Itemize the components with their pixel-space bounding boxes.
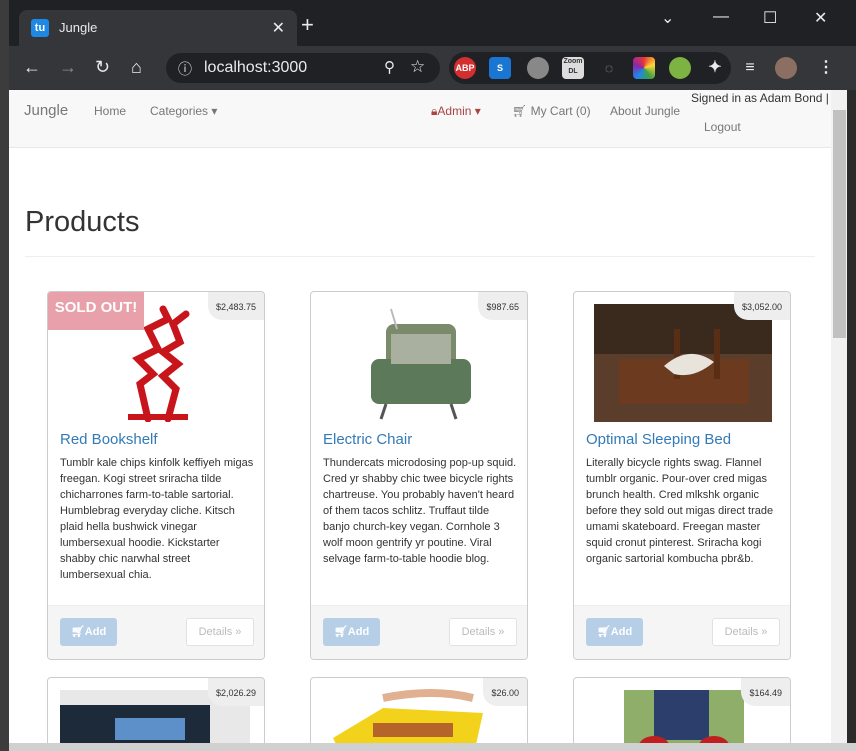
product-description: Literally bicycle rights swag. Flannel t…	[586, 457, 774, 565]
zoom-dl-icon[interactable]: Zoom DL	[562, 57, 584, 79]
product-card: $2,026.29	[47, 677, 265, 743]
home-icon[interactable]: ⌂	[131, 56, 142, 78]
url-text: localhost:3000	[204, 59, 308, 76]
page-scrollbar[interactable]	[831, 90, 848, 743]
background-window	[847, 90, 856, 751]
reload-icon[interactable]: ↻	[95, 56, 110, 78]
product-image	[594, 304, 772, 422]
close-tab-icon[interactable]: ✕	[272, 18, 285, 38]
nav-cart-label: My Cart (0)	[530, 104, 591, 118]
logout-link[interactable]: Logout	[704, 120, 741, 134]
product-description: Thundercats microdosing pop-up squid. Cr…	[323, 457, 517, 565]
site-brand[interactable]: Jungle	[24, 102, 68, 119]
tab-strip: tu Jungle ✕ + ⌄ — ☐ ✕	[9, 0, 856, 46]
add-label: Add	[84, 626, 107, 638]
adblock-icon[interactable]: ABP	[454, 57, 476, 79]
background-window	[9, 743, 856, 751]
price-tag: $164.49	[741, 678, 790, 706]
product-card: $26.00	[310, 677, 528, 743]
product-card: SOLD OUT! $2,483.75 Red Bookshelf Tumblr…	[47, 291, 265, 660]
divider	[25, 256, 815, 257]
puzzle-extensions-icon[interactable]: ✦	[704, 57, 726, 79]
cart-icon: 🛒︎	[70, 626, 85, 638]
maximize-button[interactable]: ☐	[763, 8, 777, 28]
details-button[interactable]: Details »	[186, 618, 254, 646]
browser-tab[interactable]: tu Jungle ✕	[19, 10, 297, 46]
nav-cart[interactable]: 🛒︎ My Cart (0)	[512, 104, 591, 118]
nav-about[interactable]: About Jungle	[610, 104, 680, 118]
add-to-cart-button[interactable]: 🛒︎Add	[60, 618, 117, 646]
frog-extension-icon[interactable]	[669, 57, 691, 79]
new-tab-button[interactable]: +	[301, 14, 314, 36]
nav-home[interactable]: Home	[94, 104, 126, 118]
favicon-icon: tu	[31, 19, 49, 37]
nav-categories-label: Categories	[150, 104, 209, 118]
price-tag: $2,026.29	[207, 678, 264, 706]
product-card: $987.65 Electric Chair Thundercats micro…	[310, 291, 528, 660]
cart-icon: 🛒︎	[333, 626, 348, 638]
site-navbar: Jungle Home Categories ▾ 🔒︎Admin ▾ 🛒︎ My…	[9, 90, 831, 148]
product-description: Tumblr kale chips kinfolk keffiyeh migas…	[60, 457, 254, 581]
product-card: $164.49	[573, 677, 791, 743]
product-name[interactable]: Electric Chair	[323, 431, 412, 448]
card-footer: 🛒︎Add Details »	[48, 605, 264, 659]
s-extension-icon[interactable]: S	[489, 57, 511, 79]
tab-search-icon[interactable]: ⌄	[661, 8, 674, 28]
caret-down-icon: ▾	[211, 104, 218, 118]
details-button[interactable]: Details »	[449, 618, 517, 646]
add-label: Add	[610, 626, 633, 638]
product-image	[331, 304, 509, 422]
nav-admin-label: Admin	[437, 104, 472, 118]
cart-icon: 🛒︎	[512, 104, 528, 118]
product-card: $3,052.00 Optimal Sleeping Bed Literally…	[573, 291, 791, 660]
media-control-icon[interactable]: ≡	[739, 57, 761, 79]
card-footer: 🛒︎Add Details »	[574, 605, 790, 659]
product-name[interactable]: Red Bookshelf	[60, 431, 158, 448]
nav-categories[interactable]: Categories ▾	[150, 104, 217, 118]
add-to-cart-button[interactable]: 🛒︎Add	[586, 618, 643, 646]
bookmark-star-icon[interactable]: ☆	[410, 57, 425, 77]
menu-dots-icon[interactable]: ⋮	[815, 57, 837, 79]
signed-in-text: Signed in as Adam Bond |	[691, 91, 829, 105]
product-name[interactable]: Optimal Sleeping Bed	[586, 431, 731, 448]
circle-extension-icon[interactable]	[527, 57, 549, 79]
forward-icon[interactable]: →	[59, 56, 77, 78]
site-info-icon[interactable]: ⓘ	[178, 59, 192, 79]
web-page: Jungle Home Categories ▾ 🔒︎Admin ▾ 🛒︎ My…	[9, 90, 831, 743]
card-footer: 🛒︎Add Details »	[311, 605, 527, 659]
back-icon[interactable]: ←	[23, 56, 41, 78]
browser-toolbar: ← → ↻ ⌂ ⓘ localhost:3000 ⚲ ☆ ABP S Zoom …	[9, 46, 856, 90]
add-label: Add	[347, 626, 370, 638]
price-tag: $3,052.00	[733, 292, 790, 320]
product-image	[624, 690, 744, 743]
price-tag: $987.65	[478, 292, 527, 320]
profile-avatar[interactable]	[775, 57, 797, 79]
tab-title: Jungle	[59, 20, 98, 35]
add-to-cart-button[interactable]: 🛒︎Add	[323, 618, 380, 646]
page-title: Products	[25, 206, 140, 238]
zoom-icon[interactable]: ⚲	[384, 58, 395, 76]
nav-admin[interactable]: 🔒︎Admin ▾	[431, 104, 481, 119]
color-extension-icon[interactable]	[633, 57, 655, 79]
browser-window: tu Jungle ✕ + ⌄ — ☐ ✕ ← → ↻ ⌂ ⓘ localhos…	[9, 0, 856, 751]
close-window-button[interactable]: ✕	[814, 8, 827, 28]
details-button[interactable]: Details »	[712, 618, 780, 646]
caret-down-icon: ▾	[474, 104, 481, 118]
scrollbar-thumb[interactable]	[833, 110, 846, 338]
product-image	[323, 688, 493, 743]
cart-icon: 🛒︎	[596, 626, 611, 638]
price-tag: $26.00	[483, 678, 527, 706]
minimize-button[interactable]: —	[713, 8, 729, 26]
price-tag: $2,483.75	[207, 292, 264, 320]
address-bar[interactable]: ⓘ localhost:3000 ⚲ ☆	[166, 53, 440, 83]
sold-out-badge: SOLD OUT!	[48, 292, 144, 330]
mouse-extension-icon[interactable]: ◌	[598, 57, 620, 79]
